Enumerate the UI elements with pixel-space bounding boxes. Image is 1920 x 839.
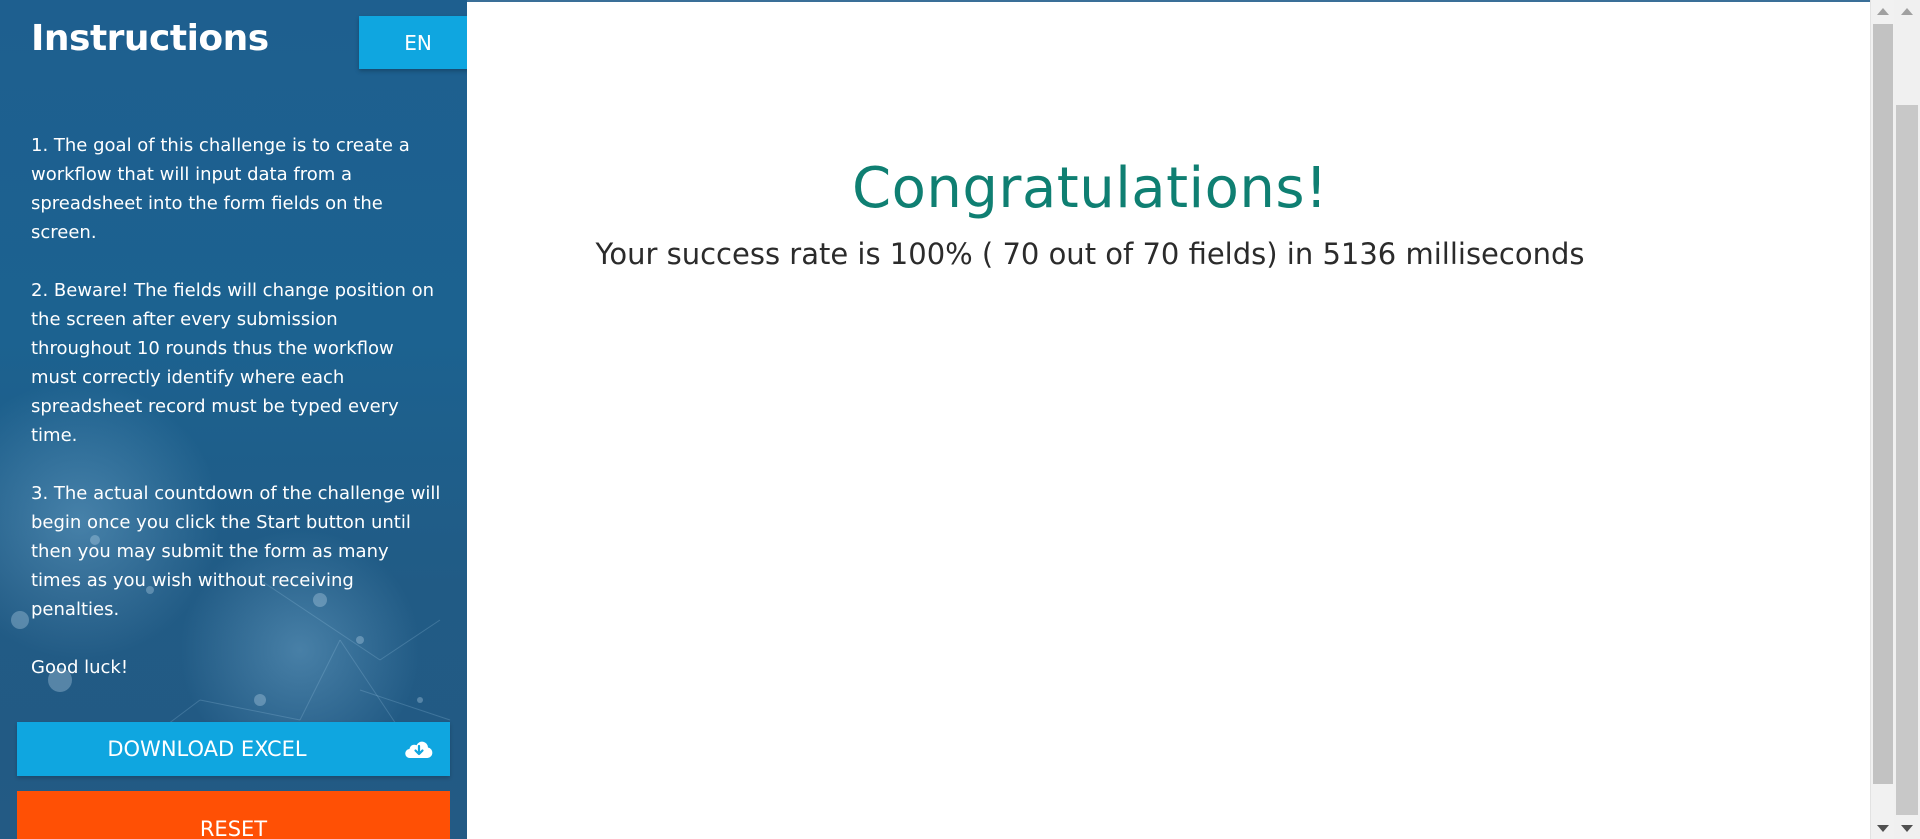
scroll-up-arrow-icon[interactable] bbox=[1871, 0, 1895, 22]
sidebar-title: Instructions bbox=[31, 18, 269, 59]
cloud-download-icon bbox=[405, 741, 433, 759]
page-scroll-up-arrow-icon[interactable] bbox=[1894, 0, 1920, 22]
language-button[interactable]: EN bbox=[359, 16, 467, 69]
page-scroll-down-arrow-icon[interactable] bbox=[1894, 817, 1920, 839]
scroll-down-arrow-icon[interactable] bbox=[1871, 817, 1895, 839]
instructions-text: 1. The goal of this challenge is to crea… bbox=[31, 131, 441, 711]
instruction-item: 2. Beware! The fields will change positi… bbox=[31, 280, 435, 446]
inner-scroll-thumb[interactable] bbox=[1873, 24, 1893, 784]
download-excel-button[interactable]: DOWNLOAD EXCEL bbox=[17, 722, 450, 776]
app-window: Instructions EN 1. The goal of this chal… bbox=[0, 0, 1920, 839]
page-scroll-thumb[interactable] bbox=[1896, 105, 1918, 815]
main-content: Congratulations! Your success rate is 10… bbox=[467, 0, 1870, 839]
congratulations-title: Congratulations! bbox=[852, 156, 1328, 221]
success-rate-text: Your success rate is 100% ( 70 out of 70… bbox=[595, 237, 1585, 271]
download-excel-label: DOWNLOAD EXCEL bbox=[107, 737, 307, 761]
inner-scrollbar[interactable] bbox=[1870, 0, 1894, 839]
instruction-item: 3. The actual countdown of the challenge… bbox=[31, 483, 441, 620]
instruction-item: 1. The goal of this challenge is to crea… bbox=[31, 135, 410, 243]
instruction-item: Good luck! bbox=[31, 657, 129, 678]
instructions-sidebar: Instructions EN 1. The goal of this chal… bbox=[0, 0, 467, 839]
reset-button[interactable]: RESET bbox=[17, 791, 450, 839]
